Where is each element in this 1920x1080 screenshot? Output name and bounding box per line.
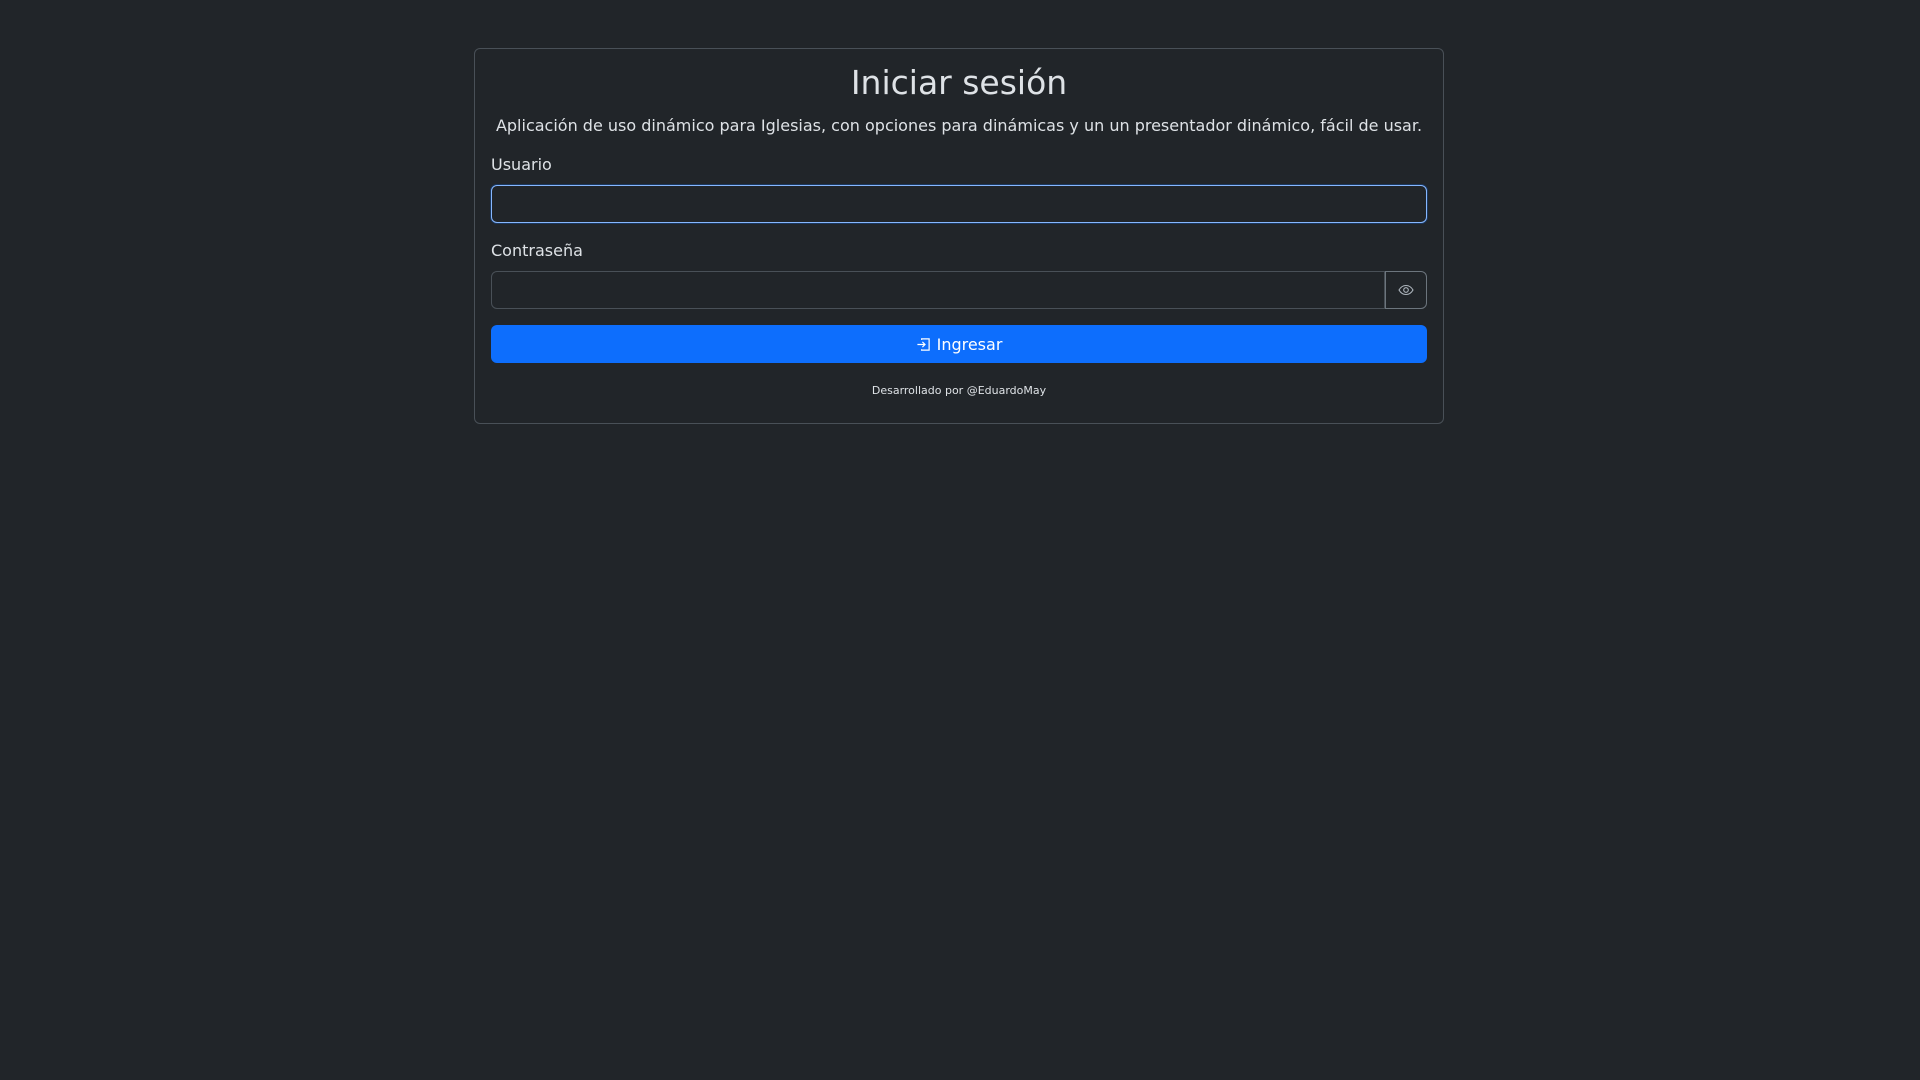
login-button-label: Ingresar [936,334,1003,354]
username-input[interactable] [491,185,1427,223]
sign-in-icon [917,337,930,351]
page-title: Iniciar sesión [850,63,1068,102]
eye-icon [1398,284,1414,296]
password-label: Contraseña [491,241,583,260]
login-button[interactable]: Ingresar [491,325,1427,363]
username-label: Usuario [491,155,552,174]
password-input[interactable] [491,271,1385,309]
password-group [491,271,1427,309]
toggle-password-button[interactable] [1385,271,1427,309]
app-description: Aplicación de uso dinámico para Iglesias… [495,116,1423,135]
login-card: Iniciar sesión Aplicación de uso dinámic… [474,48,1444,424]
developer-credit: Desarrollado por @EduardoMay [871,384,1047,397]
